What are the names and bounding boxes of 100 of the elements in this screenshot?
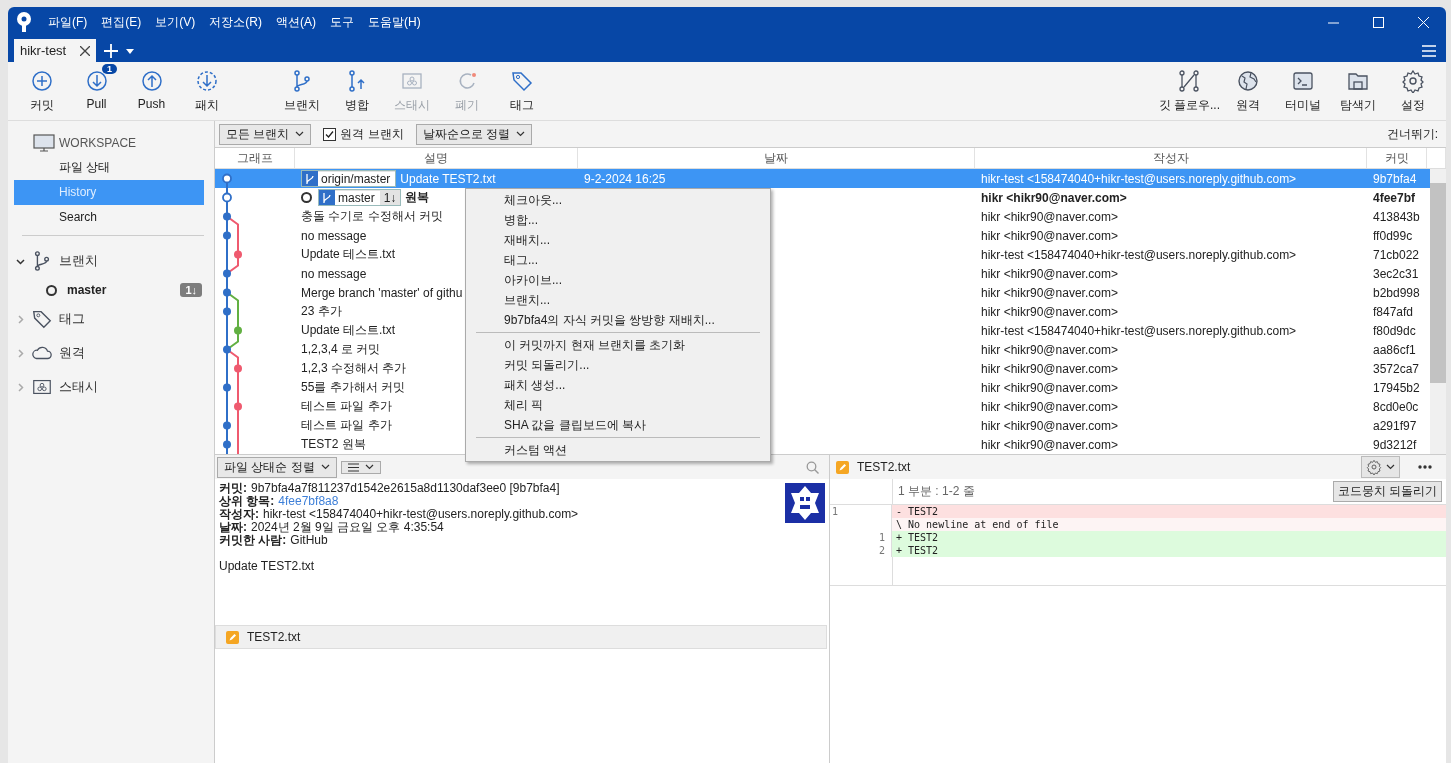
toolbar-button[interactable]: 터미널 xyxy=(1275,65,1330,117)
column-header[interactable]: 작성자 xyxy=(975,148,1367,168)
view-mode-dropdown[interactable] xyxy=(340,460,381,474)
toolbar-button[interactable]: Push xyxy=(124,65,179,117)
field-value: 9b7bfa4a7f811237d1542e2615a8d1130daf3ee0 [9b7bfa4] xyxy=(251,482,560,495)
sidebar-item[interactable]: 파일 상태 xyxy=(14,155,204,180)
modified-file-icon xyxy=(836,460,849,474)
maximize-icon[interactable] xyxy=(1373,16,1384,28)
context-menu-item[interactable]: 이 커밋까지 현재 브랜치를 초기화 xyxy=(466,335,770,355)
commit-hash: a291f97 xyxy=(1372,418,1418,433)
file-row[interactable]: TEST2.txt xyxy=(215,625,827,649)
section-label[interactable]: 스태시 xyxy=(59,378,98,396)
chevron-down-icon[interactable] xyxy=(16,256,25,266)
column-header[interactable]: 그래프 xyxy=(215,148,295,168)
context-menu-item[interactable]: 체리 픽 xyxy=(466,395,770,415)
more-icon[interactable] xyxy=(1418,465,1432,469)
field-label: 커밋: xyxy=(219,482,247,495)
branch-ref-tag[interactable]: master 1↓ xyxy=(318,189,402,206)
commit-date: 9-2-2024 16:25 xyxy=(583,171,667,186)
field-label: 커밋한 사람: xyxy=(219,534,287,547)
commit-author: hikr-test <158474040+hikr-test@users.noreply.github.com> xyxy=(980,323,1298,338)
branch-icon xyxy=(305,172,315,185)
commit-row[interactable]: origin/master Update TEST2.txt 9-2-2024 16:25 hikr-test <158474040+hikr-test@users.noreply.github.com> 9b7bfa4 xyxy=(215,169,1430,188)
commit-author: hikr-test <158474040+hikr-test@users.noreply.github.com> xyxy=(980,247,1298,262)
toolbar-button[interactable]: 탐색기 xyxy=(1330,65,1385,117)
caret-icon xyxy=(295,131,305,137)
dropdown-icon[interactable] xyxy=(126,49,135,54)
toolbar-button[interactable]: 1 Pull xyxy=(69,65,124,117)
checkbox-label[interactable]: 원격 브랜치 xyxy=(340,125,404,143)
git-flow-icon xyxy=(1177,68,1202,93)
count-badge: 1 xyxy=(102,63,117,74)
toolbar-button[interactable]: 커밋 xyxy=(14,65,69,117)
menu-item[interactable]: 액션(A) xyxy=(270,11,322,33)
commit-description: Update TEST2.txt xyxy=(400,171,496,186)
section-label[interactable]: 원격 xyxy=(59,344,85,362)
commit-description: Update 테스트.txt xyxy=(301,322,396,339)
discard-hunk-button[interactable]: 코드뭉치 되돌리기 xyxy=(1332,481,1442,502)
column-header[interactable]: 날짜 xyxy=(578,148,975,168)
context-menu-item[interactable]: 재배치... xyxy=(466,230,770,250)
context-menu-item[interactable]: 체크아웃... xyxy=(466,190,770,210)
toolbar-button[interactable]: 병합 xyxy=(329,65,384,117)
menu-item[interactable]: 보기(V) xyxy=(149,11,202,33)
commit-author: hikr <hikr90@naver.com> xyxy=(980,266,1119,281)
hunk-header: 1 부분 : 1-2 줄 xyxy=(897,483,975,500)
menu-item[interactable]: 도구 xyxy=(324,11,360,33)
context-menu-item[interactable]: 브랜치... xyxy=(466,290,770,310)
commit-author: hikr <hikr90@naver.com> xyxy=(980,190,1128,205)
file-sort-dropdown[interactable]: 파일 상태순 정렬 xyxy=(217,456,337,478)
commit-hash: b2bd998 xyxy=(1372,285,1421,300)
branch-item[interactable]: master 1↓ xyxy=(8,278,202,302)
fetch-icon xyxy=(194,68,219,93)
toolbar-button[interactable]: 설정 xyxy=(1385,65,1440,117)
context-menu-item[interactable]: 아카이브... xyxy=(466,270,770,290)
repo-tab[interactable]: hikr-test xyxy=(14,39,97,62)
toolbar-button[interactable]: 패치 xyxy=(179,65,234,117)
checkbox[interactable] xyxy=(323,127,337,141)
tag-icon xyxy=(31,308,53,330)
commit-hash: 413843b xyxy=(1372,209,1421,224)
menu-icon[interactable] xyxy=(1422,45,1436,57)
commit-hash: 8cd0e0c xyxy=(1372,399,1420,414)
context-menu-item[interactable]: 커스텀 액션 xyxy=(466,440,770,460)
commit-author: hikr <hikr90@naver.com> xyxy=(980,342,1119,357)
section-label[interactable]: 태그 xyxy=(59,310,85,328)
toolbar-button[interactable]: 태그 xyxy=(494,65,549,117)
context-menu-item[interactable]: 태그... xyxy=(466,250,770,270)
commit-author: hikr-test <158474040+hikr-test@users.noreply.github.com> xyxy=(980,171,1298,186)
context-menu-item[interactable]: 패치 생성... xyxy=(466,375,770,395)
scrollbar[interactable] xyxy=(1430,169,1446,454)
toolbar-button[interactable]: 원격 xyxy=(1220,65,1275,117)
context-menu-item[interactable]: 커밋 되돌리기... xyxy=(466,355,770,375)
close-icon[interactable] xyxy=(80,45,91,56)
sidebar-item[interactable]: Search xyxy=(14,205,204,230)
context-menu-item[interactable]: SHA 값을 클립보드에 복사 xyxy=(466,415,770,435)
caret-icon xyxy=(516,131,526,137)
avatar-icon xyxy=(785,483,825,523)
field-value: hikr-test <158474040+hikr-test@users.noreply.github.com> xyxy=(263,508,579,521)
commit-author: hikr <hikr90@naver.com> xyxy=(980,228,1119,243)
settings-icon xyxy=(1366,459,1382,475)
menu-item[interactable]: 파일(F) xyxy=(42,11,94,33)
add-tab-icon[interactable] xyxy=(104,44,119,58)
branch-filter-dropdown[interactable]: 모든 브랜치 xyxy=(219,123,312,145)
commit-hash: 4fee7bf xyxy=(1372,190,1417,205)
branch-icon xyxy=(322,191,332,204)
parent-commit-link[interactable]: 4fee7bf8a8 xyxy=(278,495,339,508)
column-header[interactable]: 커밋 xyxy=(1367,148,1427,168)
toolbar-button[interactable]: 브랜치 xyxy=(274,65,329,117)
menu-item[interactable]: 도움말(H) xyxy=(362,11,427,33)
search-icon[interactable] xyxy=(806,460,819,474)
column-header[interactable]: 설명 xyxy=(295,148,578,168)
sort-dropdown[interactable]: 날짜순으로 정렬 xyxy=(415,123,533,145)
menu-item[interactable]: 저장소(R) xyxy=(203,11,268,33)
toolbar-button[interactable]: 깃 플로우... xyxy=(1158,65,1220,117)
commit-hash: 9d3212f xyxy=(1372,437,1418,452)
context-menu-item[interactable]: 병합... xyxy=(466,210,770,230)
settings-dropdown[interactable] xyxy=(1361,456,1400,478)
menu-item[interactable]: 편집(E) xyxy=(95,11,148,33)
branch-ref-tag[interactable]: origin/master xyxy=(301,170,397,187)
section-label[interactable]: 브랜치 xyxy=(59,252,98,270)
commit-author: hikr <hikr90@naver.com> xyxy=(980,418,1119,433)
context-menu-item[interactable]: 9b7bfa4의 자식 커밋을 쌍방향 재배치... xyxy=(466,310,770,330)
